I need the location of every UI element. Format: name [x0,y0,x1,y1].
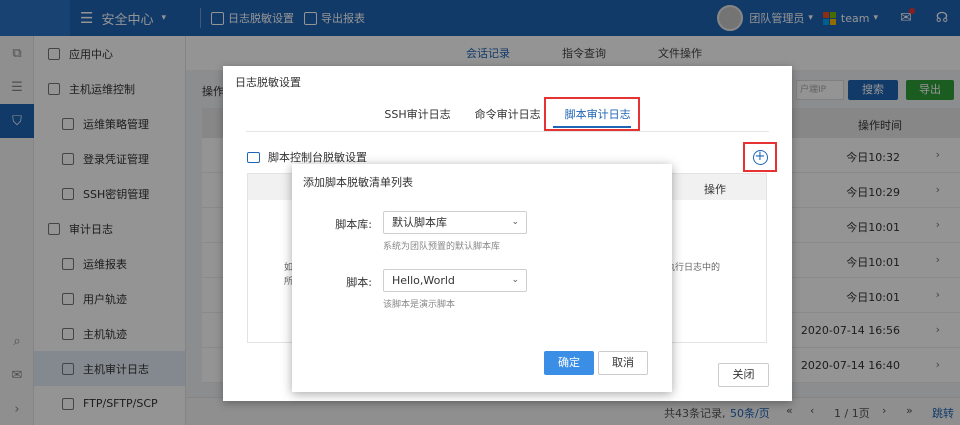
library-label: 脚本库: [335,218,372,231]
dialog-title: 日志脱敏设置 [235,76,301,89]
add-icon[interactable]: + [752,149,768,165]
dialog-tabs: SSH审计日志 命令审计日志 脚本审计日志 [223,102,792,126]
cancel-button[interactable]: 取消 [598,351,648,375]
close-button[interactable]: 关闭 [718,363,769,387]
highlight-box [544,97,640,131]
script-label: 脚本: [346,276,372,289]
script-library-value: 默认脚本库 [392,216,447,229]
section-title-label: 脚本控制台脱敏设置 [268,151,367,164]
script-select[interactable]: Hello,World ⌄ [383,269,527,292]
operation-header: 操作 [704,183,726,196]
empty-description: 执行日志中的 [665,263,720,273]
divider [246,131,769,132]
script-hint: 该脚本是演示脚本 [383,300,456,310]
tab-ssh-audit-log[interactable]: SSH审计日志 [372,102,462,126]
script-value: Hello,World [392,274,455,287]
confirm-button[interactable]: 确定 [544,351,594,375]
console-icon [247,151,260,163]
add-script-dialog: 添加脚本脱敏清单列表 脚本库: 默认脚本库 ⌄ 系统为团队预置的默认脚本库 脚本… [292,164,672,392]
highlight-box: + [743,142,777,172]
script-library-select[interactable]: 默认脚本库 ⌄ [383,211,527,234]
chevron-down-icon: ⌄ [511,217,519,227]
dialog-title: 添加脚本脱敏清单列表 [303,176,413,189]
library-hint: 系统为团队预置的默认脚本库 [383,242,501,252]
tab-command-audit-log[interactable]: 命令审计日志 [463,102,553,126]
chevron-down-icon: ⌄ [511,275,519,285]
section-title: 脚本控制台脱敏设置 [247,149,367,165]
